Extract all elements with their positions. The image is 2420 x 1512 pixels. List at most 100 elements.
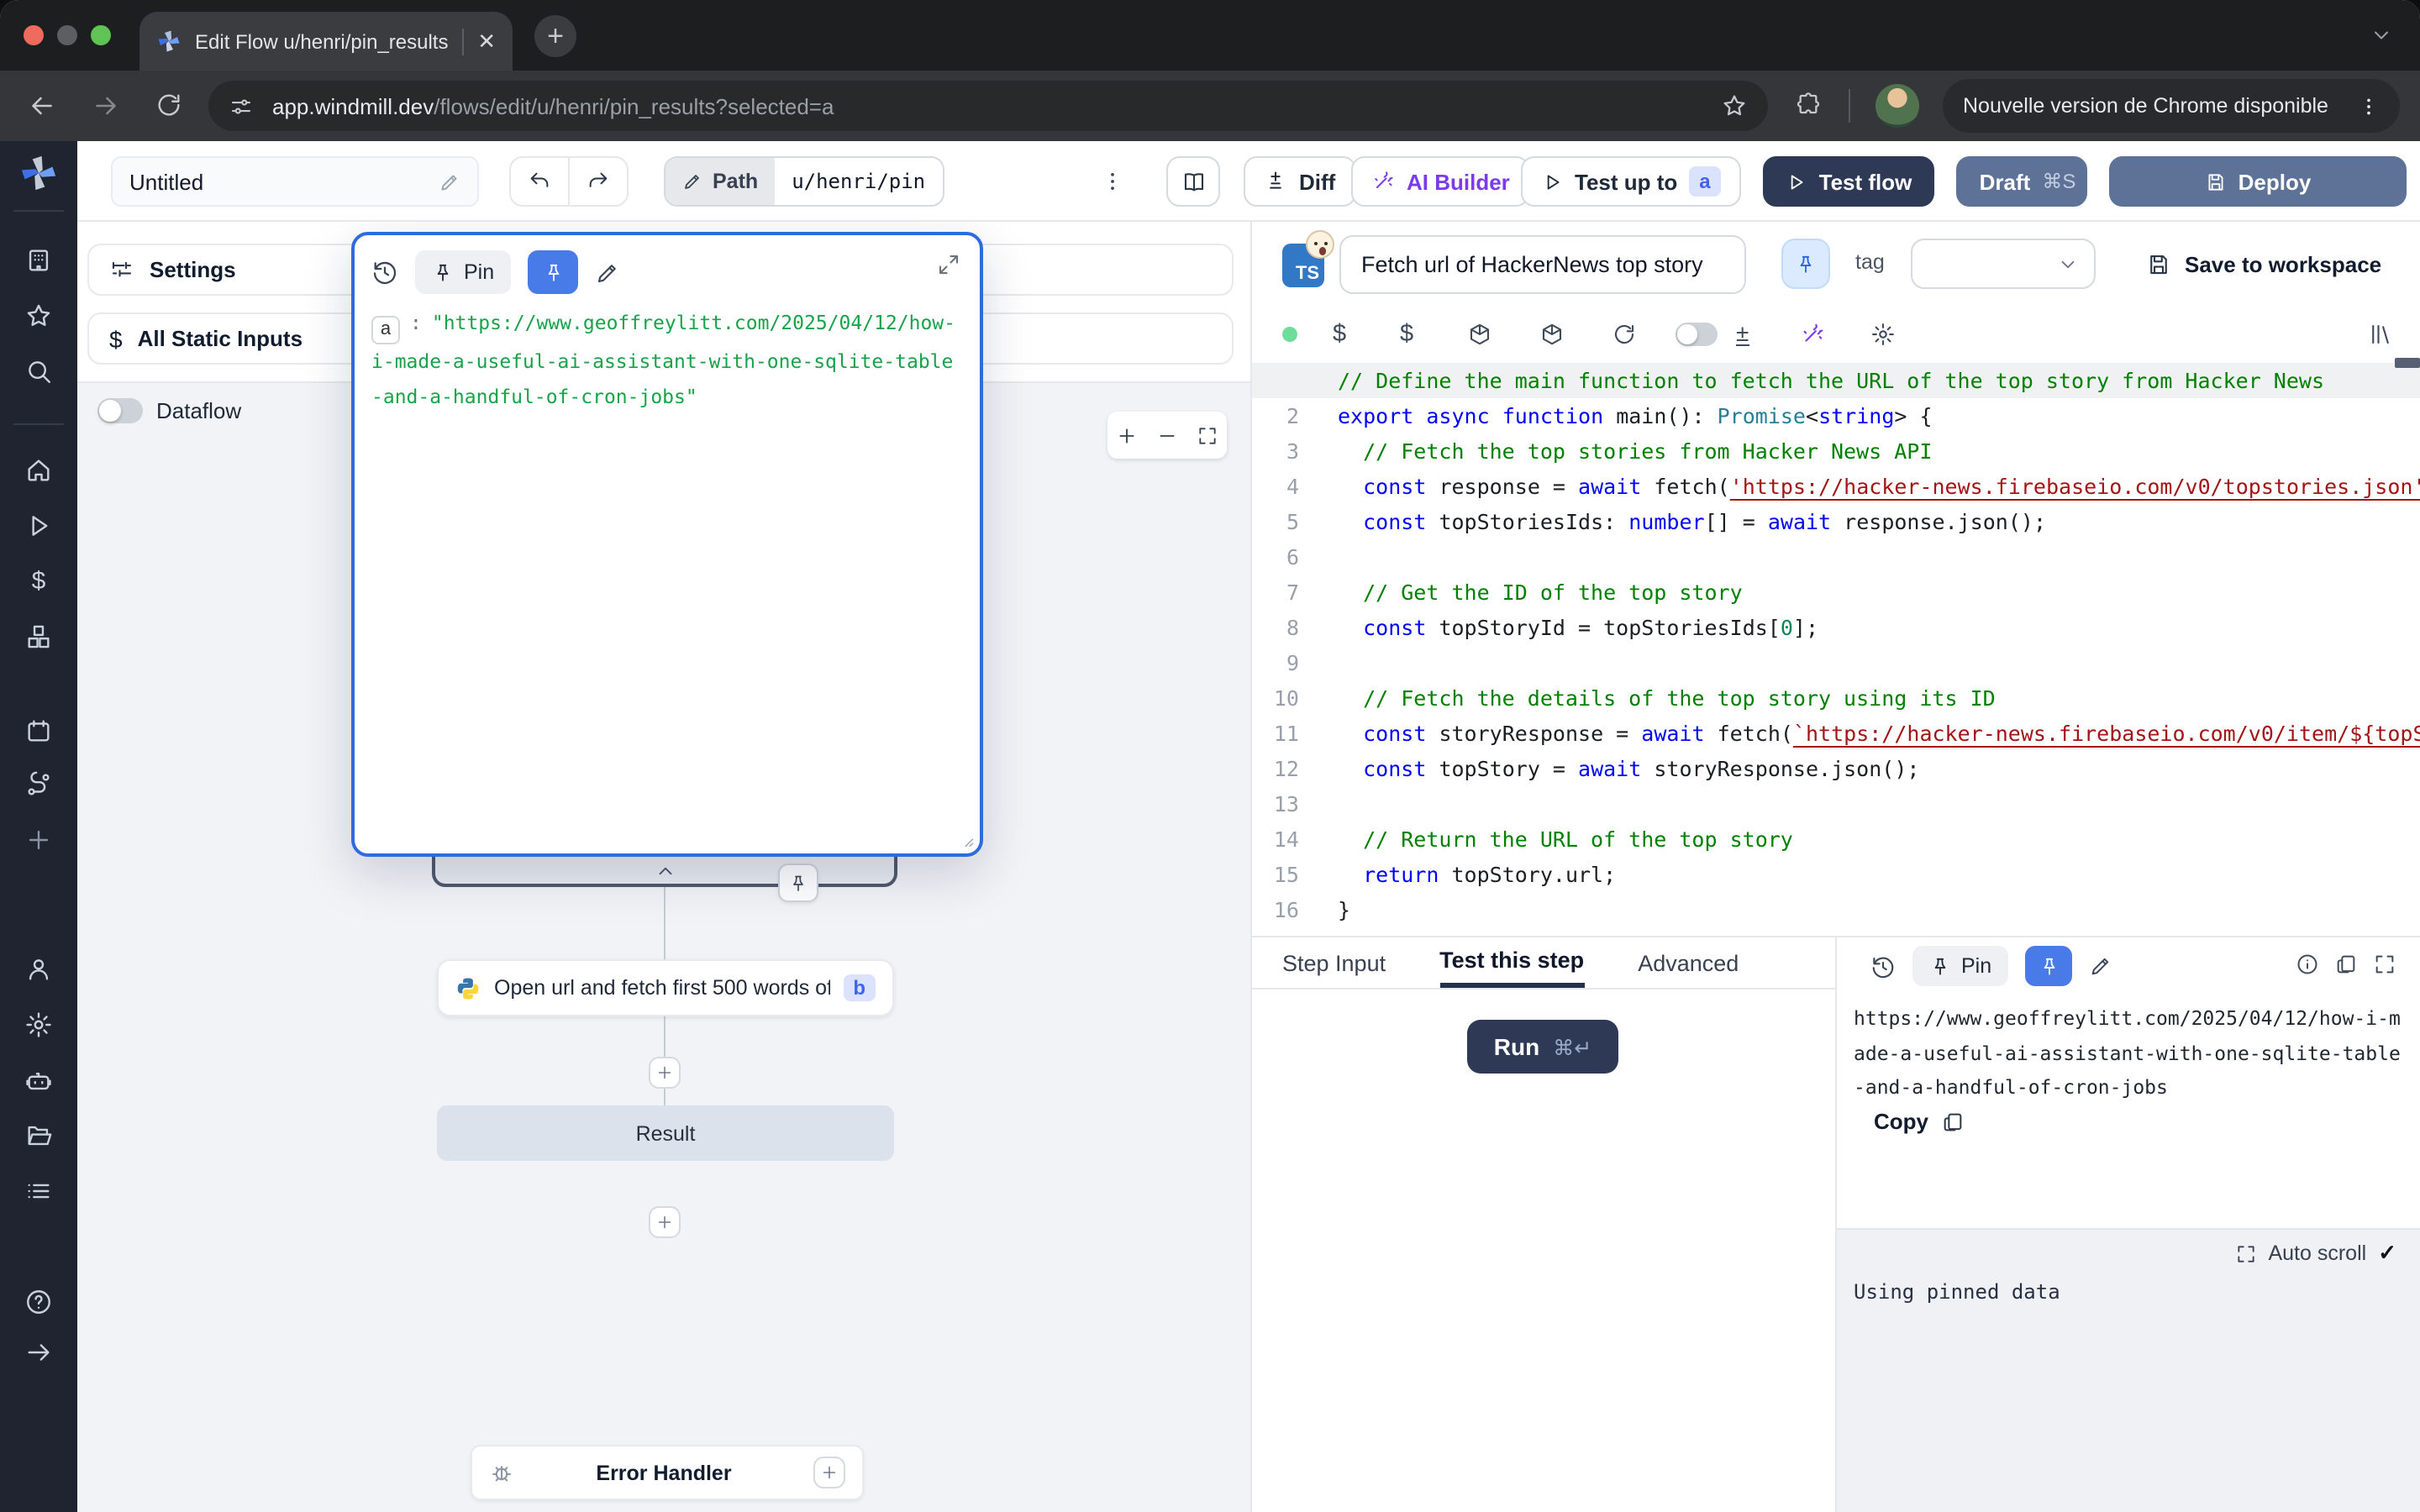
sidebar-item-home[interactable] xyxy=(24,456,53,485)
sidebar-expand-icon[interactable] xyxy=(24,1338,53,1367)
zoom-in-icon[interactable] xyxy=(1117,424,1139,446)
draft-button[interactable]: Draft ⌘S xyxy=(1956,156,2087,207)
pin-toggle-button[interactable]: Pin xyxy=(1912,946,2008,986)
edit-pencil-icon[interactable] xyxy=(595,260,620,285)
sidebar-item-resources[interactable] xyxy=(24,622,53,651)
test-up-to-button[interactable]: Test up to a xyxy=(1521,156,1741,207)
edit-pencil-icon[interactable] xyxy=(2089,954,2112,978)
auto-scroll-control[interactable]: Auto scroll ✓ xyxy=(2234,1240,2396,1267)
back-icon[interactable] xyxy=(27,91,57,121)
more-options-icon[interactable] xyxy=(1092,156,1133,207)
menu-kebab-icon[interactable] xyxy=(2358,95,2380,117)
sidebar-item-folders[interactable] xyxy=(24,1121,53,1150)
history-icon[interactable] xyxy=(1870,953,1896,979)
history-icon[interactable] xyxy=(371,259,398,286)
edit-pencil-icon[interactable] xyxy=(439,171,460,192)
tab-search-chevron-icon[interactable] xyxy=(2370,24,2393,47)
redo-button[interactable] xyxy=(569,158,627,205)
sidebar-item-workspace[interactable] xyxy=(24,246,53,275)
diff-button[interactable]: Diff xyxy=(1244,156,1355,207)
docs-button[interactable] xyxy=(1166,156,1220,207)
site-settings-icon[interactable] xyxy=(229,93,254,118)
package-icon[interactable] xyxy=(1539,321,1565,346)
diff-icon[interactable]: ± xyxy=(1736,322,1749,345)
pin-active-button[interactable] xyxy=(528,250,578,294)
add-error-handler-button[interactable] xyxy=(813,1457,845,1488)
tab-advanced[interactable]: Advanced xyxy=(1638,937,1739,988)
sidebar-item-schedules[interactable] xyxy=(24,717,53,745)
sidebar-item-triggers[interactable] xyxy=(24,770,53,799)
run-button[interactable]: Run ⌘↵ xyxy=(1467,1020,1618,1074)
forward-icon[interactable] xyxy=(91,91,121,121)
minimize-window-button[interactable] xyxy=(57,25,77,45)
new-tab-button[interactable]: + xyxy=(534,15,576,57)
sidebar-item-audit-logs[interactable] xyxy=(24,1177,53,1205)
bookmark-star-icon[interactable] xyxy=(1721,92,1748,119)
sidebar-item-settings[interactable] xyxy=(24,1011,53,1039)
sidebar-item-search[interactable] xyxy=(24,357,53,386)
ai-builder-button[interactable]: AI Builder xyxy=(1351,156,1530,207)
editor-toggle[interactable] xyxy=(1676,322,1718,345)
sidebar-item-variables[interactable]: $ xyxy=(32,567,46,596)
node-pin-badge[interactable] xyxy=(778,864,818,902)
tab-step-input[interactable]: Step Input xyxy=(1282,937,1386,988)
flow-node-python[interactable]: Open url and fetch first 500 words of ..… xyxy=(437,959,894,1016)
dataflow-toggle[interactable] xyxy=(97,398,143,423)
clipboard-icon[interactable] xyxy=(2334,953,2358,976)
result-value[interactable]: https://www.geoffreylitt.com/2025/04/12/… xyxy=(1854,1001,2412,1105)
sidebar-item-help[interactable] xyxy=(24,1288,53,1316)
tab-test-this-step[interactable]: Test this step xyxy=(1439,937,1584,988)
code-editor[interactable]: 12345678910111213141516 // Define the ma… xyxy=(1252,358,2420,936)
check-icon: ✓ xyxy=(2378,1240,2396,1267)
pinned-json-viewer[interactable]: a:"https://www.geoffreylitt.com/2025/04/… xyxy=(371,306,960,415)
sidebar-item-runs[interactable] xyxy=(24,512,53,540)
close-window-button[interactable] xyxy=(24,25,44,45)
flow-name-input[interactable]: Untitled xyxy=(111,156,479,207)
reset-icon[interactable] xyxy=(1612,321,1637,346)
step-title-input[interactable] xyxy=(1339,235,1746,294)
info-icon[interactable] xyxy=(2296,953,2319,976)
sidebar-item-add[interactable] xyxy=(24,826,53,854)
gear-icon[interactable] xyxy=(1870,321,1896,346)
maximize-window-button[interactable] xyxy=(91,25,111,45)
fullscreen-icon[interactable] xyxy=(2234,1242,2256,1264)
windmill-app: $ xyxy=(0,141,2420,1512)
sidebar-item-workers[interactable] xyxy=(24,1066,53,1095)
undo-button[interactable] xyxy=(511,158,569,205)
package-icon[interactable] xyxy=(1467,321,1492,346)
windmill-logo[interactable] xyxy=(20,155,57,192)
pin-toggle-button[interactable]: Pin xyxy=(415,250,511,294)
copy-button[interactable]: Copy xyxy=(1874,1109,1964,1134)
add-step-button[interactable] xyxy=(649,1057,681,1089)
error-handler-node[interactable]: Error Handler xyxy=(471,1445,864,1500)
variables-icon[interactable]: $ xyxy=(1333,320,1346,347)
scrollbar-marker[interactable] xyxy=(2395,358,2420,368)
library-icon[interactable] xyxy=(2368,321,2393,346)
browser-tab[interactable]: Edit Flow u/henri/pin_results ✕ xyxy=(139,12,513,71)
sidebar-item-user[interactable] xyxy=(24,955,53,984)
step-pin-button[interactable] xyxy=(1781,239,1830,289)
pin-active-button[interactable] xyxy=(2025,946,2072,986)
resize-handle-icon[interactable] xyxy=(958,832,975,848)
expand-icon[interactable] xyxy=(936,252,961,277)
reload-icon[interactable] xyxy=(155,91,183,119)
fullscreen-icon[interactable] xyxy=(2373,953,2396,976)
tab-close-icon[interactable]: ✕ xyxy=(477,30,496,52)
ai-wand-icon[interactable] xyxy=(1800,321,1825,346)
add-step-button[interactable] xyxy=(649,1206,681,1238)
tag-select[interactable] xyxy=(1911,239,2096,289)
collapse-chevron-icon[interactable] xyxy=(654,860,676,882)
resources-dollar-icon[interactable]: $ xyxy=(1400,320,1413,347)
flow-node-result[interactable]: Result xyxy=(437,1105,894,1161)
profile-avatar[interactable] xyxy=(1876,84,1919,128)
url-bar[interactable]: app.windmill.dev/flows/edit/u/henri/pin_… xyxy=(208,81,1768,131)
extensions-icon[interactable] xyxy=(1795,91,1822,118)
save-to-workspace-button[interactable]: Save to workspace xyxy=(2146,239,2381,289)
sidebar-item-favorites[interactable] xyxy=(24,302,53,330)
deploy-button[interactable]: Deploy xyxy=(2109,156,2407,207)
zoom-out-icon[interactable] xyxy=(1156,424,1178,446)
fit-view-icon[interactable] xyxy=(1196,424,1218,446)
chrome-update-button[interactable]: Nouvelle version de Chrome disponible xyxy=(1943,79,2400,133)
test-flow-button[interactable]: Test flow xyxy=(1763,156,1934,207)
flow-path-control[interactable]: Path u/henri/pin xyxy=(664,156,944,207)
